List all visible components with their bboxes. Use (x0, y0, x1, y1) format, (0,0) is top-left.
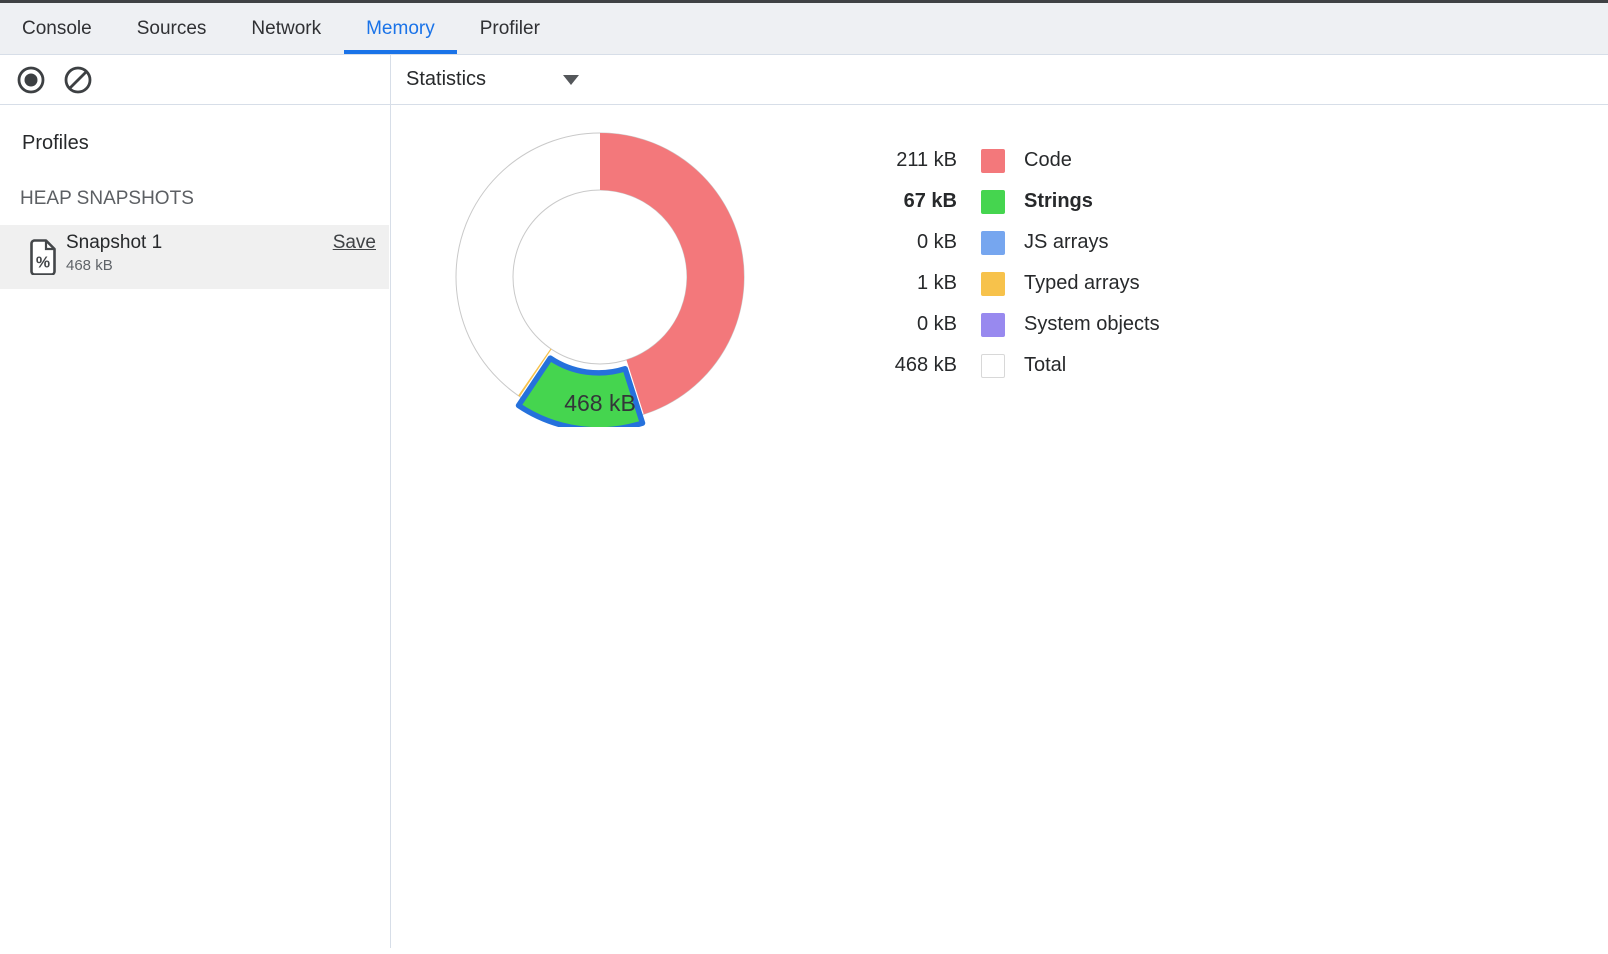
legend-row-typed-arrays[interactable]: 1 kB Typed arrays (847, 263, 1160, 304)
legend-swatch-strings (981, 190, 1005, 214)
heap-pie-chart: 468 kB (450, 127, 750, 427)
legend-value: 67 kB (847, 190, 957, 213)
tab-memory[interactable]: Memory (344, 3, 457, 54)
legend-row-system-objects[interactable]: 0 kB System objects (847, 304, 1160, 345)
legend-row-strings[interactable]: 67 kB Strings (847, 181, 1160, 222)
legend-swatch-typed-arrays (981, 272, 1005, 296)
legend-label: JS arrays (1024, 231, 1108, 254)
sidebar-divider[interactable] (390, 55, 391, 948)
record-icon (16, 83, 46, 98)
profiles-heading: Profiles (22, 132, 89, 155)
profiler-controls (16, 55, 93, 104)
legend-label: Strings (1024, 190, 1093, 213)
legend-label: Total (1024, 354, 1066, 377)
heap-snapshot-icon: % (30, 239, 56, 280)
legend-swatch-js-arrays (981, 231, 1005, 255)
legend-row-js-arrays[interactable]: 0 kB JS arrays (847, 222, 1160, 263)
chart-legend: 211 kB Code 67 kB Strings 0 kB JS arrays 1 kB T… (847, 140, 1160, 386)
perspective-select[interactable]: Statistics (406, 55, 579, 104)
snapshot-size: 468 kB (66, 257, 113, 274)
legend-swatch-code (981, 149, 1005, 173)
save-link[interactable]: Save (333, 232, 376, 254)
legend-value: 0 kB (847, 313, 957, 336)
svg-text:%: % (36, 255, 50, 272)
toolbar: Statistics (0, 55, 1608, 105)
legend-value: 468 kB (847, 354, 957, 377)
clear-block-icon (63, 83, 93, 98)
legend-label: System objects (1024, 313, 1160, 336)
legend-swatch-total (981, 354, 1005, 378)
legend-label: Typed arrays (1024, 272, 1140, 295)
chevron-down-icon (563, 75, 579, 85)
clear-profiles-button[interactable] (63, 65, 93, 95)
perspective-select-value: Statistics (406, 68, 486, 91)
record-heap-snapshot-button[interactable] (16, 65, 46, 95)
heap-snapshots-section-heading: HEAP SNAPSHOTS (20, 188, 194, 210)
tab-sources[interactable]: Sources (115, 3, 229, 54)
legend-swatch-system-objects (981, 313, 1005, 337)
panel-tabbar: Console Sources Network Memory Profiler (0, 0, 1608, 55)
tab-network[interactable]: Network (229, 3, 343, 54)
legend-label: Code (1024, 149, 1072, 172)
tab-console[interactable]: Console (0, 3, 114, 54)
legend-row-total[interactable]: 468 kB Total (847, 345, 1160, 386)
legend-value: 211 kB (847, 149, 957, 172)
snapshot-list-item[interactable]: % Snapshot 1 468 kB Save (0, 225, 389, 289)
legend-value: 1 kB (847, 272, 957, 295)
legend-value: 0 kB (847, 231, 957, 254)
snapshot-title: Snapshot 1 (66, 232, 162, 254)
legend-row-code[interactable]: 211 kB Code (847, 140, 1160, 181)
tab-profiler[interactable]: Profiler (458, 3, 562, 54)
